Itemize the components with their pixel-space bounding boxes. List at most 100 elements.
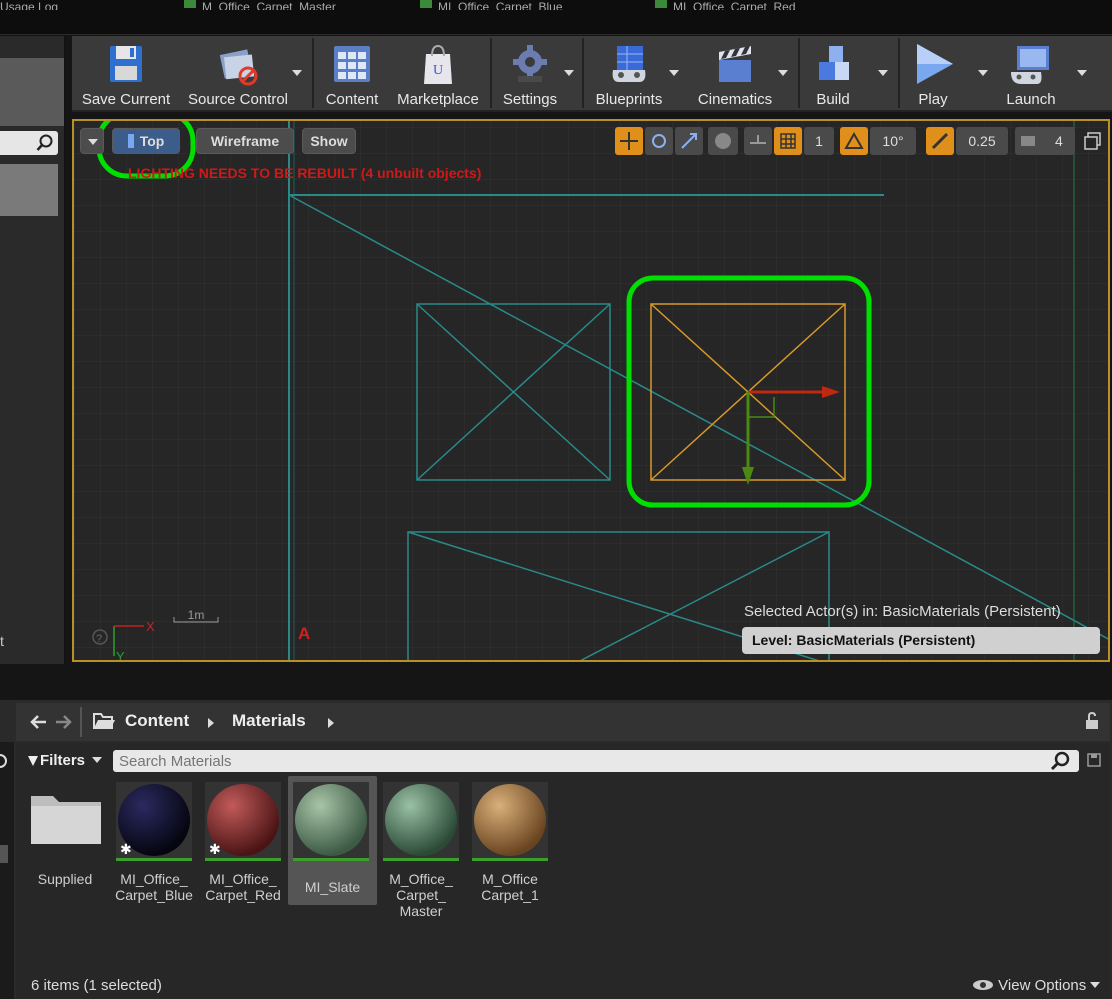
tab-usage-log[interactable]: Usage Log [0, 0, 70, 10]
left-panel-label: t [0, 633, 4, 649]
launch-button[interactable]: Launch [992, 36, 1070, 110]
scale-label: 1m [188, 608, 205, 622]
settings-dropdown-arrow[interactable] [564, 70, 574, 76]
rotation-snap-value[interactable]: 10° [870, 127, 916, 155]
material-thumbnail [293, 782, 369, 861]
angle-icon [844, 131, 864, 149]
grid-snap-toggle[interactable] [774, 127, 802, 155]
cinematics-dropdown-arrow[interactable] [778, 70, 788, 76]
folder-icon [31, 796, 101, 844]
toolbar-separator [582, 38, 584, 108]
lighting-warning: LIGHTING NEEDS TO BE REBUILT (4 unbuilt … [128, 165, 482, 181]
save-search-icon[interactable] [1086, 752, 1102, 773]
source-control-icon [219, 49, 258, 86]
world-local-toggle[interactable] [708, 127, 738, 155]
axis-x-label: X [146, 619, 155, 634]
svg-text:?: ? [96, 633, 102, 645]
chevron-down-icon [92, 757, 103, 763]
tab-carpet-master[interactable]: M_Office_Carpet_Master [184, 0, 384, 10]
item-count-status: 6 items (1 selected) [31, 977, 162, 994]
material-tab-icon [420, 0, 432, 8]
marketplace-button[interactable]: U Marketplace [390, 36, 486, 110]
filters-button[interactable]: Filters [28, 750, 106, 772]
viewport-options-dropdown[interactable] [80, 128, 104, 154]
selected-actor-info: Selected Actor(s) in: BasicMaterials (Pe… [744, 603, 1061, 620]
play-icon [917, 44, 953, 84]
asset-mi-office-carpet-blue[interactable]: ✱ MI_Office_ Carpet_Blue [113, 780, 195, 908]
sources-panel-edge [0, 742, 14, 999]
asset-m-office-carpet-1[interactable]: M_Office Carpet_1 [469, 780, 551, 908]
toolbar-separator [490, 38, 492, 108]
arrow-left-icon [30, 715, 46, 729]
rotate-tool-button[interactable] [645, 127, 673, 155]
left-panel-search[interactable] [0, 131, 58, 155]
asset-mi-slate[interactable]: MI_Slate [288, 776, 377, 905]
sources-search-icon[interactable] [0, 752, 8, 770]
blueprint-gamepad-icon [612, 46, 646, 82]
lock-icon[interactable] [1084, 711, 1104, 731]
blueprints-dropdown-arrow[interactable] [669, 70, 679, 76]
surface-snapping-button[interactable] [744, 127, 772, 155]
rotation-snap-toggle[interactable] [840, 127, 868, 155]
asset-mi-office-carpet-red[interactable]: ✱ MI_Office_ Carpet_Red [202, 780, 284, 908]
view-options-button[interactable]: View Options [972, 977, 1101, 994]
viewport-wireframe-scene: X Y ? 1m A [74, 121, 1108, 660]
globe-icon [715, 133, 731, 149]
grid-icon [780, 133, 796, 149]
camera-speed-icon [1021, 136, 1035, 146]
arrow-right-icon [56, 715, 72, 729]
blueprints-button[interactable]: Blueprints [586, 36, 672, 110]
breadcrumb-chevron-icon[interactable] [206, 716, 216, 734]
floppy-disk-icon [110, 46, 142, 82]
breadcrumb-content[interactable]: Content [125, 711, 189, 731]
rotate-icon [652, 134, 666, 148]
breadcrumb-materials[interactable]: Materials [232, 711, 306, 731]
tab-carpet-blue[interactable]: MI_Office_Carpet_Blue [420, 0, 610, 10]
breadcrumb-chevron-icon[interactable] [326, 716, 336, 734]
show-flags-button[interactable]: Show [302, 128, 356, 154]
view-mode-top-button[interactable]: Top [112, 128, 180, 154]
build-dropdown-arrow[interactable] [878, 70, 888, 76]
search-icon [36, 134, 53, 151]
tab-carpet-red[interactable]: MI_Office_Carpet_Red [655, 0, 845, 10]
folder-icon [92, 711, 116, 731]
asset-m-office-carpet-master[interactable]: M_Office_ Carpet_ Master [380, 780, 462, 919]
launch-dropdown-arrow[interactable] [1077, 70, 1087, 76]
main-toolbar: Save Current Source Control Content U Ma… [72, 36, 1112, 112]
chevron-down-icon [88, 139, 98, 145]
gear-icon [513, 45, 547, 82]
scale-tool-button[interactable] [675, 127, 703, 155]
maximize-icon [1084, 132, 1101, 150]
build-button[interactable]: Build [802, 36, 864, 110]
translate-tool-button[interactable] [615, 127, 643, 155]
back-button[interactable] [28, 712, 50, 732]
marketplace-bag-icon: U [424, 44, 452, 84]
save-current-button[interactable]: Save Current [76, 36, 176, 110]
toolbar-separator [312, 38, 314, 108]
play-button[interactable]: Play [902, 36, 964, 110]
camera-speed-button[interactable]: 4 [1015, 127, 1075, 155]
left-panel-item[interactable] [0, 164, 58, 216]
settings-button[interactable]: Settings [494, 36, 566, 110]
search-materials-input[interactable] [113, 750, 1079, 772]
asset-folder-supplied[interactable]: Supplied [24, 780, 106, 908]
sources-panel-item[interactable] [0, 845, 8, 863]
cinematics-button[interactable]: Cinematics [688, 36, 782, 110]
grid-snap-value[interactable]: 1 [804, 127, 834, 155]
source-control-dropdown-arrow[interactable] [292, 70, 302, 76]
scale-snap-value[interactable]: 0.25 [956, 127, 1008, 155]
play-dropdown-arrow[interactable] [978, 70, 988, 76]
scale-snap-toggle[interactable] [926, 127, 954, 155]
source-control-button[interactable]: Source Control [180, 36, 296, 110]
surface-snap-icon [750, 135, 766, 144]
maximize-viewport-button[interactable] [1084, 132, 1102, 150]
render-mode-wireframe-button[interactable]: Wireframe [196, 128, 294, 154]
level-viewport[interactable]: X Y ? 1m A [72, 119, 1110, 662]
filter-funnel-icon [28, 756, 38, 766]
search-icon[interactable] [1050, 751, 1070, 776]
left-panel-thumbnail[interactable] [0, 58, 64, 126]
forward-button[interactable] [52, 712, 74, 732]
content-button[interactable]: Content [318, 36, 386, 110]
chevron-down-icon [1090, 982, 1101, 988]
material-thumbnail [472, 782, 548, 861]
